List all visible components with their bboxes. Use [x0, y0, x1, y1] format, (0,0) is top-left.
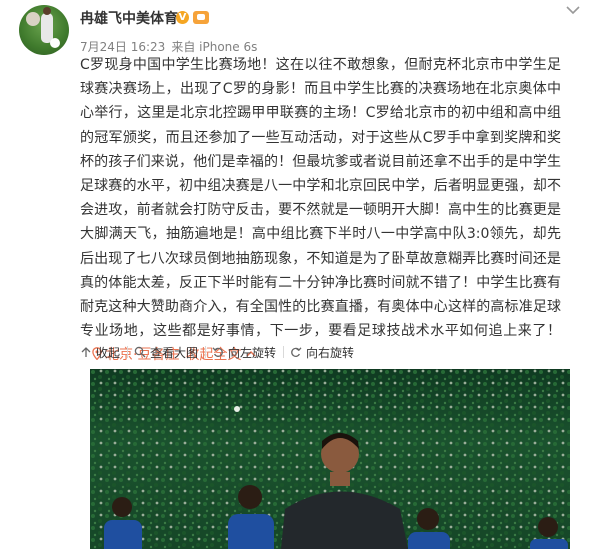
chevron-down-icon[interactable] — [566, 5, 580, 15]
magnifier-icon — [134, 346, 146, 358]
arrow-up-icon — [81, 347, 91, 357]
rotate-left-label: 向左旋转 — [228, 345, 277, 360]
collapse-button[interactable]: 收起 — [80, 344, 120, 361]
view-large-label: 查看大图 — [150, 345, 199, 360]
rotate-right-label: 向右旋转 — [306, 345, 355, 360]
rotate-left-icon — [212, 347, 223, 357]
post-date[interactable]: 7月24日 16:23 — [80, 40, 165, 54]
verified-v-icon: V — [176, 11, 189, 24]
image-toolbar: 收起 查看大图 向左旋转 向右旋转 — [80, 342, 354, 362]
collapse-label: 收起 — [96, 345, 121, 360]
rotate-right-icon — [291, 347, 302, 357]
divider — [283, 346, 285, 358]
post-image[interactable] — [90, 369, 570, 549]
source-prefix: 来自 — [171, 40, 196, 54]
rotate-right-button[interactable]: 向右旋转 — [290, 344, 354, 361]
avatar-image — [26, 7, 60, 48]
stadium-photo — [90, 369, 570, 549]
divider — [205, 346, 207, 358]
rotate-left-button[interactable]: 向左旋转 — [212, 344, 276, 361]
username[interactable]: 冉雄飞中美体育 — [80, 8, 178, 28]
post-source[interactable]: iPhone 6s — [199, 40, 257, 54]
divider — [127, 346, 129, 358]
view-large-image-button[interactable]: 查看大图 — [134, 344, 198, 361]
avatar[interactable] — [19, 5, 69, 55]
level-badge-icon[interactable] — [193, 11, 209, 24]
post-content: C罗现身中国中学生比赛场地！这在以往不敢想象，但耐克杯北京市中学生足球赛决赛场上… — [80, 53, 561, 368]
post-text: C罗现身中国中学生比赛场地！这在以往不敢想象，但耐克杯北京市中学生足球赛决赛场上… — [80, 57, 561, 340]
